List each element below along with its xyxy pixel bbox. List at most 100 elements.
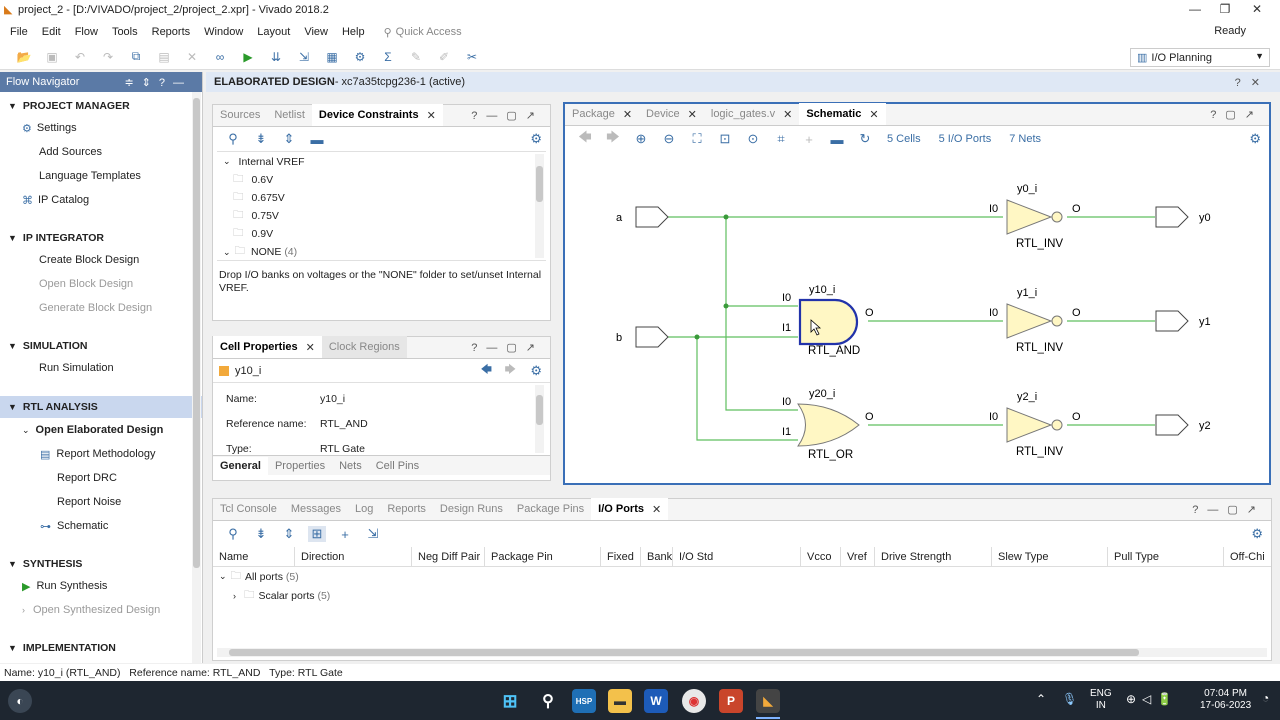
- collapse-all-icon[interactable]: ⇟: [252, 131, 270, 147]
- output-port-y1[interactable]: [1155, 310, 1189, 332]
- wand-icon[interactable]: ✎: [407, 49, 425, 65]
- menu-help[interactable]: Help: [342, 26, 365, 38]
- col-io-std[interactable]: I/O Std: [673, 546, 801, 567]
- undo-icon[interactable]: ↶: [71, 49, 89, 65]
- fit-icon[interactable]: ⛶: [688, 131, 706, 147]
- col-package-pin[interactable]: Package Pin: [485, 546, 601, 567]
- menu-file[interactable]: File: [10, 26, 28, 38]
- tree-scrollbar[interactable]: [535, 154, 544, 258]
- tab-logic-gates-v[interactable]: logic_gates.v ✕: [704, 103, 799, 125]
- col-vcco[interactable]: Vcco: [801, 546, 841, 567]
- tree-item-vref[interactable]: 🗀 0.6V: [217, 171, 546, 189]
- nets-count-link[interactable]: 7 Nets: [1009, 133, 1041, 145]
- nav-open-elaborated-design[interactable]: ⌄ Open Elaborated Design: [0, 418, 202, 442]
- app-icon[interactable]: HSP: [572, 689, 596, 713]
- nav-add-sources[interactable]: Add Sources: [0, 140, 202, 164]
- tab-cell-properties[interactable]: Cell Properties ✕: [213, 336, 322, 358]
- section-ip-integrator[interactable]: ▼ IP INTEGRATOR: [0, 228, 202, 248]
- menu-view[interactable]: View: [304, 26, 328, 38]
- vivado-taskbar-icon[interactable]: ◣: [756, 689, 780, 713]
- tab-package-pins[interactable]: Package Pins: [510, 498, 591, 520]
- settings-gear-icon[interactable]: ⚙: [351, 49, 369, 65]
- pencil-icon[interactable]: ✐: [435, 49, 453, 65]
- tab-log[interactable]: Log: [348, 498, 380, 520]
- or-gate-y20[interactable]: y20_i I0 I1 O RTL_OR: [782, 388, 874, 461]
- nav-settings[interactable]: ⚙ Settings: [0, 116, 202, 140]
- nav-run-synthesis[interactable]: ▶ Run Synthesis: [0, 574, 202, 598]
- microphone-icon[interactable]: 🎙: [1062, 692, 1077, 706]
- nav-report-methodology[interactable]: ▤ Report Methodology: [0, 442, 202, 466]
- report-icon[interactable]: ▦: [323, 49, 341, 65]
- col-vref[interactable]: Vref: [841, 546, 875, 567]
- tab-io-ports[interactable]: I/O Ports ✕: [591, 498, 669, 520]
- delete-icon[interactable]: ✕: [183, 49, 201, 65]
- tab-tcl-console[interactable]: Tcl Console: [213, 498, 284, 520]
- tab-messages[interactable]: Messages: [284, 498, 348, 520]
- menu-tools[interactable]: Tools: [112, 26, 138, 38]
- bitstream-icon[interactable]: ⇲: [295, 49, 313, 65]
- forward-icon[interactable]: 🡆: [604, 128, 622, 150]
- nav-create-block-design[interactable]: Create Block Design: [0, 248, 202, 272]
- add-icon[interactable]: +: [336, 527, 354, 542]
- nav-open-synthesized-design[interactable]: › Open Synthesized Design: [0, 598, 202, 622]
- refresh-icon[interactable]: ↻: [856, 131, 874, 147]
- input-port-a[interactable]: [635, 206, 669, 228]
- gear-icon[interactable]: ⚙: [1249, 131, 1261, 147]
- horizontal-scrollbar[interactable]: [217, 648, 1267, 657]
- regenerate-icon[interactable]: ⌗: [772, 131, 790, 147]
- maximize-button[interactable]: ❐: [1210, 2, 1240, 16]
- nav-run-simulation[interactable]: Run Simulation: [0, 356, 202, 380]
- tab-schematic[interactable]: Schematic ✕: [799, 103, 886, 125]
- group-icon[interactable]: ⊞: [308, 526, 326, 542]
- search-icon[interactable]: ⚲: [224, 526, 242, 542]
- open-folder-icon[interactable]: 📂: [15, 49, 33, 65]
- close-tab-icon[interactable]: ✕: [623, 108, 632, 121]
- nav-schematic[interactable]: ⊶ Schematic: [0, 514, 202, 538]
- output-port-y2[interactable]: [1155, 414, 1189, 436]
- gear-icon[interactable]: ⚙: [530, 131, 542, 147]
- panel-controls-icon[interactable]: ?—▢↗: [1192, 503, 1265, 516]
- tools-icon[interactable]: ✂: [463, 49, 481, 65]
- panel-controls-icon[interactable]: ?▢↗: [1210, 108, 1263, 121]
- chrome-icon[interactable]: ◉: [682, 689, 706, 713]
- system-tray-icons[interactable]: ⊕◁🔋: [1126, 692, 1178, 706]
- col-off-chip[interactable]: Off-Chi: [1224, 547, 1267, 567]
- nav-generate-block-design[interactable]: Generate Block Design: [0, 296, 202, 320]
- copy-icon[interactable]: ⧉: [127, 49, 145, 65]
- search-icon[interactable]: ⚲: [224, 131, 242, 147]
- menu-flow[interactable]: Flow: [75, 26, 98, 38]
- sigma-icon[interactable]: Σ: [379, 49, 397, 65]
- language-indicator[interactable]: ENG IN: [1090, 688, 1112, 712]
- windows-start-icon[interactable]: ⊞: [498, 689, 522, 713]
- and-gate-y10[interactable]: y10_i I0 I1 O RTL_AND: [782, 284, 874, 357]
- nav-report-drc[interactable]: Report DRC: [0, 466, 202, 490]
- tab-package[interactable]: Package ✕: [565, 103, 639, 125]
- close-tab-icon[interactable]: ✕: [652, 503, 661, 516]
- layout-select[interactable]: ▥ I/O Planning ▼: [1130, 48, 1270, 67]
- panel-controls-icon[interactable]: ?—▢↗: [471, 109, 544, 122]
- clock[interactable]: 07:04 PM 17-06-2023: [1200, 688, 1251, 712]
- panel-controls-icon[interactable]: ?—▢↗: [471, 341, 544, 354]
- tab-sources[interactable]: Sources: [213, 104, 267, 126]
- tab-design-runs[interactable]: Design Runs: [433, 498, 510, 520]
- tree-item-vref[interactable]: 🗀 0.75V: [217, 207, 546, 225]
- tab-clock-regions[interactable]: Clock Regions: [321, 336, 407, 358]
- flow-nav-scrollbar[interactable]: [192, 92, 201, 663]
- close-tab-icon[interactable]: ✕: [688, 108, 697, 121]
- close-tab-icon[interactable]: ✕: [783, 108, 792, 121]
- props-scrollbar[interactable]: [535, 385, 544, 453]
- col-neg-diff-pair[interactable]: Neg Diff Pair: [412, 546, 485, 567]
- panel-controls-icon[interactable]: ≑⇕?—: [124, 76, 192, 89]
- link-icon[interactable]: ∞: [211, 49, 229, 65]
- select-icon[interactable]: ⊙: [744, 131, 762, 147]
- input-port-b[interactable]: [635, 326, 669, 348]
- tree-root-internal-vref[interactable]: ⌄ Internal VREF: [217, 152, 546, 171]
- notification-icon[interactable]: ◔: [1262, 691, 1269, 705]
- close-tab-icon[interactable]: ✕: [306, 341, 315, 354]
- tab-netlist[interactable]: Netlist: [267, 104, 312, 126]
- section-synthesis[interactable]: ▼ SYNTHESIS: [0, 554, 202, 574]
- save-icon[interactable]: ▣: [43, 49, 61, 65]
- gear-icon[interactable]: ⚙: [530, 363, 542, 379]
- tab-general[interactable]: General: [213, 456, 268, 475]
- gear-icon[interactable]: ⚙: [1251, 526, 1263, 542]
